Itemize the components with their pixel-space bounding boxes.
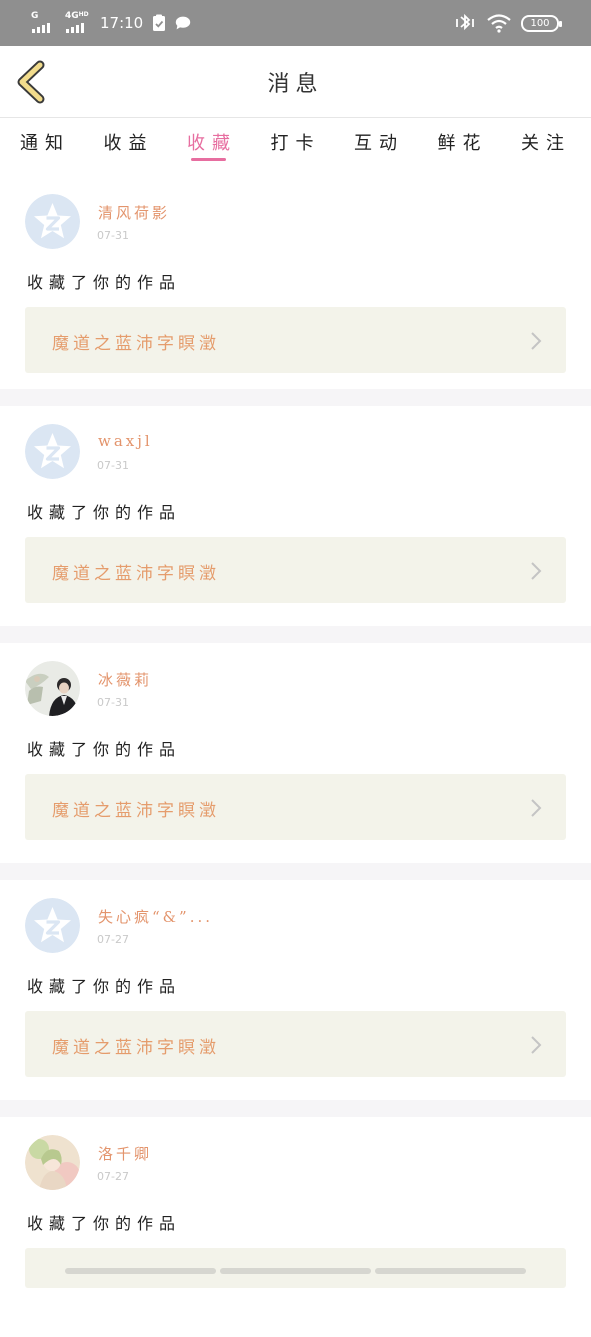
username[interactable]: 失心疯“&”... bbox=[98, 906, 213, 927]
avatar[interactable] bbox=[25, 194, 80, 249]
tab-notifications[interactable]: 通知 bbox=[20, 118, 70, 174]
chevron-right-icon bbox=[531, 562, 542, 580]
illustration-avatar-icon bbox=[25, 1135, 80, 1190]
page-title: 消息 bbox=[267, 72, 324, 97]
timestamp: 07-31 bbox=[97, 229, 129, 242]
timestamp: 07-27 bbox=[97, 933, 129, 946]
action-text: 收藏了你的作品 bbox=[27, 503, 182, 522]
tab-checkin[interactable]: 打卡 bbox=[271, 118, 321, 174]
work-link[interactable]: 魔道之蓝沛字瞑澂 bbox=[25, 774, 566, 840]
work-link[interactable] bbox=[25, 1248, 566, 1288]
action-text: 收藏了你的作品 bbox=[27, 273, 182, 292]
status-bar: G 4GHD 17:10 100 bbox=[0, 0, 591, 46]
tab-following[interactable]: 关注 bbox=[521, 118, 571, 174]
signal-4g-icon: 4GHD bbox=[64, 11, 90, 33]
bluetooth-vibrate-icon bbox=[453, 13, 477, 32]
avatar[interactable] bbox=[25, 1135, 80, 1190]
tab-earnings[interactable]: 收益 bbox=[104, 118, 154, 174]
photo-avatar-icon bbox=[25, 661, 80, 716]
username[interactable]: 冰薇莉 bbox=[98, 669, 152, 690]
tab-favorites[interactable]: 收藏 bbox=[187, 118, 237, 174]
clipboard-check-icon bbox=[151, 14, 167, 32]
clock: 17:10 bbox=[100, 14, 144, 32]
default-avatar-icon bbox=[25, 424, 80, 479]
work-title: 魔道之蓝沛字瞑澂 bbox=[52, 1038, 220, 1058]
chevron-right-icon bbox=[531, 799, 542, 817]
wifi-icon bbox=[486, 14, 512, 33]
tab-interactions[interactable]: 互动 bbox=[354, 118, 404, 174]
username[interactable]: waxjl bbox=[98, 432, 153, 450]
tab-bar: 通知 收益 收藏 打卡 互动 鲜花 关注 bbox=[0, 118, 591, 174]
work-link[interactable]: 魔道之蓝沛字瞑澂 bbox=[25, 537, 566, 603]
list-item: 失心疯“&”... 07-27 收藏了你的作品 魔道之蓝沛字瞑澂 bbox=[0, 863, 591, 1100]
timestamp: 07-27 bbox=[97, 1170, 129, 1183]
work-title: 魔道之蓝沛字瞑澂 bbox=[52, 801, 220, 821]
timestamp: 07-31 bbox=[97, 459, 129, 472]
message-list: 清风荷影 07-31 收藏了你的作品 魔道之蓝沛字瞑澂 waxjl 07-31 … bbox=[0, 176, 591, 1337]
action-text: 收藏了你的作品 bbox=[27, 977, 182, 996]
work-link[interactable]: 魔道之蓝沛字瞑澂 bbox=[25, 307, 566, 373]
list-item: waxjl 07-31 收藏了你的作品 魔道之蓝沛字瞑澂 bbox=[0, 389, 591, 626]
chevron-right-icon bbox=[531, 332, 542, 350]
username[interactable]: 清风荷影 bbox=[98, 202, 170, 223]
work-title: 魔道之蓝沛字瞑澂 bbox=[52, 334, 220, 354]
work-link[interactable]: 魔道之蓝沛字瞑澂 bbox=[25, 1011, 566, 1077]
username[interactable]: 洛千卿 bbox=[98, 1143, 152, 1164]
sim2-label: 4G bbox=[65, 11, 79, 21]
sim1-label: G bbox=[31, 11, 39, 21]
default-avatar-icon bbox=[25, 194, 80, 249]
sim2-sup: HD bbox=[78, 11, 89, 18]
avatar[interactable] bbox=[25, 424, 80, 479]
work-placeholder bbox=[65, 1268, 526, 1274]
avatar[interactable] bbox=[25, 661, 80, 716]
battery-icon: 100 bbox=[521, 14, 562, 32]
top-bar: 消息 bbox=[0, 46, 591, 118]
timestamp: 07-31 bbox=[97, 696, 129, 709]
chat-bubble-icon bbox=[175, 14, 191, 32]
list-item: 清风荷影 07-31 收藏了你的作品 魔道之蓝沛字瞑澂 bbox=[0, 176, 591, 389]
action-text: 收藏了你的作品 bbox=[27, 1214, 182, 1233]
avatar[interactable] bbox=[25, 898, 80, 953]
chevron-right-icon bbox=[531, 1036, 542, 1054]
list-item: 洛千卿 07-27 收藏了你的作品 bbox=[0, 1100, 591, 1337]
action-text: 收藏了你的作品 bbox=[27, 740, 182, 759]
status-left: G 4GHD 17:10 bbox=[30, 10, 191, 36]
default-avatar-icon bbox=[25, 898, 80, 953]
list-item: 冰薇莉 07-31 收藏了你的作品 魔道之蓝沛字瞑澂 bbox=[0, 626, 591, 863]
signal-icon: G bbox=[30, 11, 56, 33]
work-title: 魔道之蓝沛字瞑澂 bbox=[52, 564, 220, 584]
tab-flowers[interactable]: 鲜花 bbox=[438, 118, 488, 174]
status-right: 100 bbox=[453, 10, 562, 36]
